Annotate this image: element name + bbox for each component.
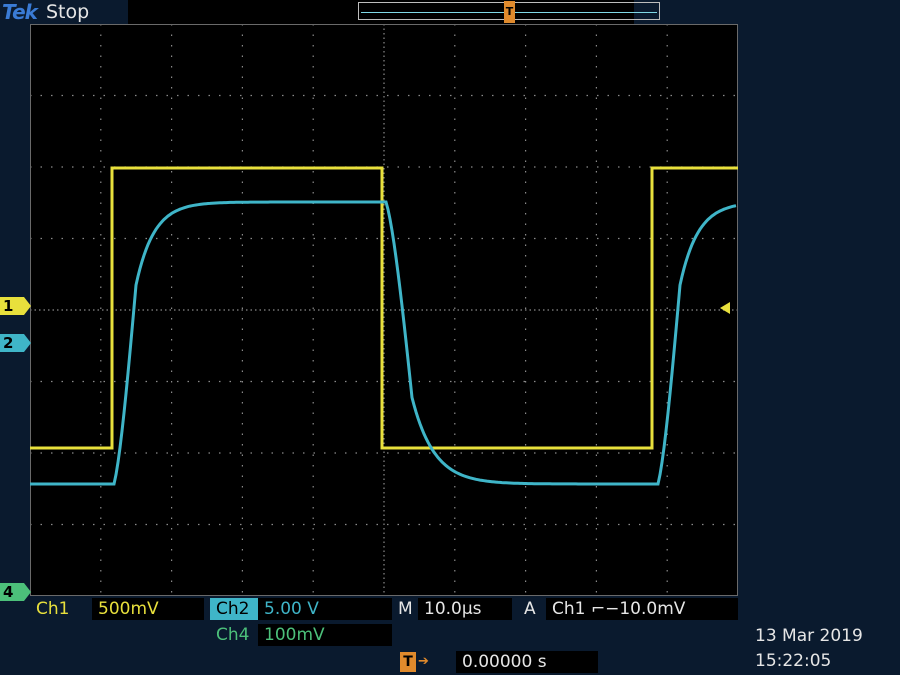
ch1-label[interactable]: Ch1 [30,598,90,620]
ch2-scale[interactable]: 5.00 V [258,598,392,620]
readout-bar: Ch1 500mV Ch2 5.00 V M 10.0µs A Ch1 ⌐−10… [0,596,900,675]
record-view-strip: T [128,0,660,24]
ch2-ground-marker[interactable]: 2 [0,334,31,352]
right-arrow-icon: ➔ [418,654,429,669]
record-trigger-icon: T [504,1,515,23]
graticule [30,24,738,596]
ch1-ground-marker[interactable]: 1 [0,297,31,315]
time-display: 15:22:05 [755,651,832,671]
left-arrow-icon[interactable] [720,302,730,314]
waveform-display [30,24,738,596]
timebase-label: M [398,599,413,619]
tek-logo: Tek [2,0,38,24]
ch1-scale[interactable]: 500mV [92,598,204,620]
ch4-label[interactable]: Ch4 [210,624,258,646]
trigger-position-value[interactable]: 0.00000 s [456,651,598,673]
timebase-value[interactable]: 10.0µs [418,598,512,620]
ch2-label[interactable]: Ch2 [210,598,258,620]
record-length-indicator[interactable]: T [358,1,660,23]
trigger-label: A [524,599,536,619]
top-bar: Tek Stop T [0,0,900,24]
date-display: 13 Mar 2019 [755,626,863,646]
ch4-scale[interactable]: 100mV [258,624,392,646]
trigger-setting[interactable]: Ch1 ⌐−10.0mV [546,598,738,620]
trigger-t-icon: T [400,652,416,672]
run-status: Stop [46,1,90,23]
